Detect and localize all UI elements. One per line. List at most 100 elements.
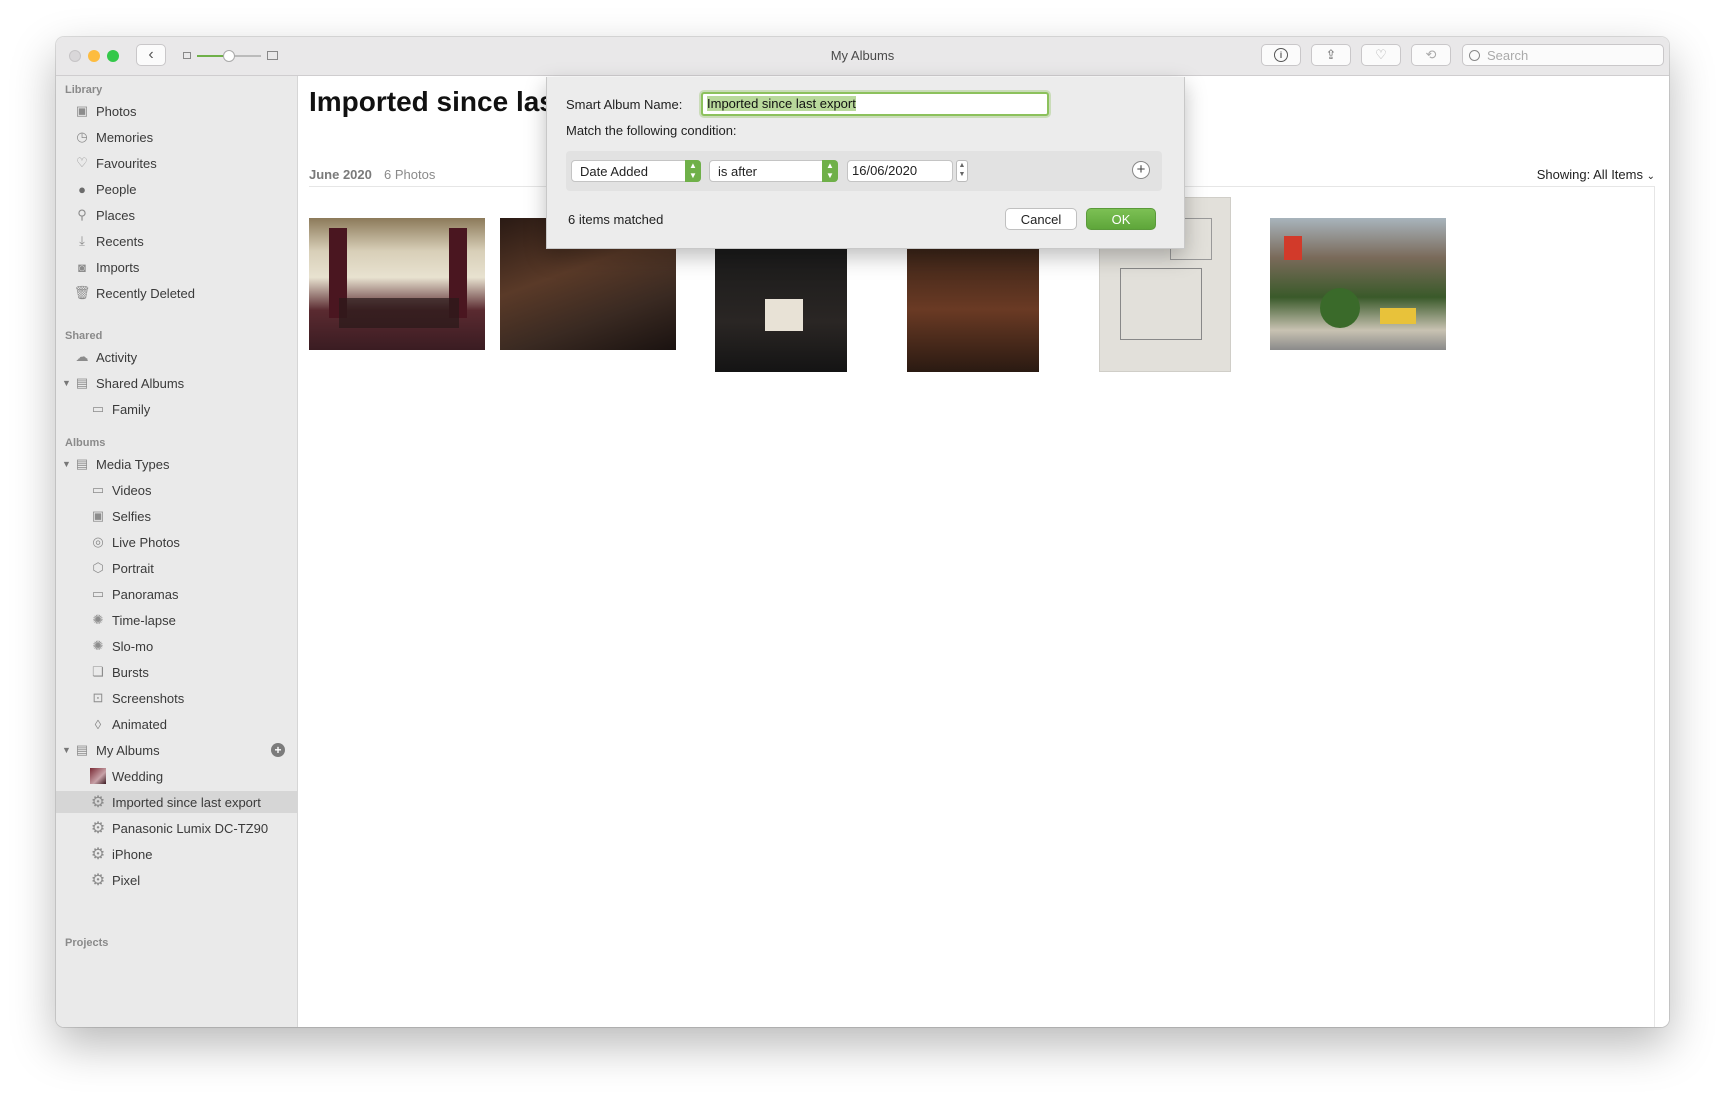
title-bar: ‹ My Albums i ⇪ ♡ ⟲ Search bbox=[56, 37, 1669, 76]
heart-icon: ♡ bbox=[1375, 47, 1387, 62]
showing-label: Showing: bbox=[1536, 167, 1591, 182]
sidebar-item-videos[interactable]: ▭ Videos bbox=[56, 479, 297, 501]
match-condition-label: Match the following condition: bbox=[566, 123, 737, 138]
projects-header: Projects bbox=[65, 937, 109, 949]
person-icon: ● bbox=[78, 181, 86, 197]
folder-icon: ▤ bbox=[75, 375, 89, 390]
sidebar-item-slo-mo[interactable]: ✺ Slo-mo bbox=[56, 635, 297, 657]
operator-popup[interactable]: is after ▲ ▼ bbox=[709, 160, 838, 182]
album-title: Imported since las bbox=[309, 86, 555, 117]
share-button[interactable]: ⇪ bbox=[1311, 44, 1351, 66]
sidebar-item-screenshots[interactable]: ⊡ Screenshots bbox=[56, 687, 297, 709]
photo-thumbnail[interactable] bbox=[907, 247, 1039, 372]
album-thumbnail-icon bbox=[90, 768, 106, 784]
plus-icon: + bbox=[1136, 161, 1146, 178]
ok-button[interactable]: OK bbox=[1086, 208, 1156, 230]
memories-icon: ◷ bbox=[76, 129, 88, 144]
smart-album-gear-icon: ⚙ bbox=[90, 794, 106, 811]
sidebar-item-panasonic[interactable]: ⚙ Panasonic Lumix DC-TZ90 bbox=[56, 817, 297, 839]
sidebar-item-recently-deleted[interactable]: 🗑 Recently Deleted bbox=[56, 282, 297, 304]
date-label: June 2020 bbox=[309, 167, 372, 182]
live-photo-icon: ◎ bbox=[92, 534, 104, 549]
sidebar-item-media-types[interactable]: ▼ ▤ Media Types bbox=[56, 453, 297, 475]
folder-icon: ▤ bbox=[75, 742, 89, 757]
stepper-arrows-icon: ▲ ▼ bbox=[822, 160, 838, 182]
sidebar-item-my-albums[interactable]: ▼ ▤ My Albums + bbox=[56, 739, 297, 761]
sidebar-item-wedding[interactable]: Wedding bbox=[56, 765, 297, 787]
photo-thumbnail[interactable] bbox=[309, 218, 485, 350]
smart-album-gear-icon: ⚙ bbox=[90, 872, 106, 889]
sidebar-item-photos[interactable]: ▣ Photos bbox=[56, 100, 297, 122]
disclosure-triangle-icon[interactable]: ▼ bbox=[62, 459, 71, 469]
recents-icon: ⤓ bbox=[79, 233, 85, 248]
sidebar-item-pixel[interactable]: ⚙ Pixel bbox=[56, 869, 297, 891]
sidebar-item-animated[interactable]: ◊ Animated bbox=[56, 713, 297, 735]
albums-header: Albums bbox=[65, 437, 106, 449]
screenshot-icon: ⊡ bbox=[92, 690, 104, 705]
favourite-button[interactable]: ♡ bbox=[1361, 44, 1401, 66]
photos-icon: ▣ bbox=[75, 103, 89, 118]
sidebar-item-favourites[interactable]: ♡ Favourites bbox=[56, 152, 297, 174]
slo-mo-icon: ✺ bbox=[92, 638, 104, 653]
sidebar-item-people[interactable]: ● People bbox=[56, 178, 297, 200]
heart-icon: ♡ bbox=[76, 155, 88, 170]
sidebar-item-panoramas[interactable]: ▭ Panoramas bbox=[56, 583, 297, 605]
smart-album-name-input[interactable]: Imported since last export bbox=[701, 92, 1049, 116]
smart-album-name-label: Smart Album Name: bbox=[566, 97, 683, 112]
disclosure-triangle-icon[interactable]: ▼ bbox=[62, 745, 71, 755]
sidebar-item-recents[interactable]: ⤓ Recents bbox=[56, 230, 297, 252]
add-album-icon[interactable]: + bbox=[271, 743, 285, 757]
cloud-icon: ☁ bbox=[75, 349, 89, 364]
search-placeholder: Search bbox=[1487, 47, 1529, 63]
time-lapse-icon: ✺ bbox=[92, 612, 104, 627]
sidebar-item-portrait[interactable]: ⬡ Portrait bbox=[56, 557, 297, 579]
panorama-icon: ▭ bbox=[91, 586, 105, 601]
bursts-icon: ❏ bbox=[92, 664, 104, 679]
search-icon bbox=[1469, 49, 1480, 61]
info-button[interactable]: i bbox=[1261, 44, 1301, 66]
sidebar-item-family[interactable]: ▭ Family bbox=[56, 398, 297, 420]
sidebar-item-shared-albums[interactable]: ▼ ▤ Shared Albums bbox=[56, 372, 297, 394]
smart-album-gear-icon: ⚙ bbox=[90, 820, 106, 837]
disclosure-triangle-icon[interactable]: ▼ bbox=[62, 378, 71, 388]
shared-album-icon: ▭ bbox=[91, 401, 105, 416]
field-popup[interactable]: Date Added ▲ ▼ bbox=[571, 160, 701, 182]
photo-thumbnail[interactable] bbox=[715, 247, 847, 372]
showing-value: All Items bbox=[1593, 167, 1643, 182]
smart-album-gear-icon: ⚙ bbox=[90, 846, 106, 863]
stepper-arrows-icon: ▲ ▼ bbox=[685, 160, 701, 182]
sidebar-item-selfies[interactable]: ▣ Selfies bbox=[56, 505, 297, 527]
info-icon: i bbox=[1274, 48, 1288, 62]
folder-icon: ▤ bbox=[75, 456, 89, 471]
photo-count: 6 Photos bbox=[384, 167, 436, 182]
sidebar-item-bursts[interactable]: ❏ Bursts bbox=[56, 661, 297, 683]
sidebar-item-iphone[interactable]: ⚙ iPhone bbox=[56, 843, 297, 865]
sidebar-item-live-photos[interactable]: ◎ Live Photos bbox=[56, 531, 297, 553]
rotate-button[interactable]: ⟲ bbox=[1411, 44, 1451, 66]
date-stepper[interactable]: ▲ ▼ bbox=[956, 160, 968, 182]
animated-icon: ◊ bbox=[94, 716, 102, 732]
sidebar-item-time-lapse[interactable]: ✺ Time-lapse bbox=[56, 609, 297, 631]
library-header: Library bbox=[65, 84, 103, 96]
cancel-button[interactable]: Cancel bbox=[1005, 208, 1077, 230]
smart-album-dialog: Smart Album Name: Imported since last ex… bbox=[546, 77, 1185, 249]
chevron-down-icon: ⌄ bbox=[1646, 171, 1655, 182]
sidebar-item-imports[interactable]: ◙ Imports bbox=[56, 256, 297, 278]
sidebar-item-imported-since-last-export[interactable]: ⚙ Imported since last export bbox=[56, 791, 297, 813]
shared-header: Shared bbox=[65, 330, 103, 342]
search-field[interactable]: Search bbox=[1462, 44, 1664, 66]
sidebar: Library ▣ Photos ◷ Memories ♡ Favourites ● P… bbox=[56, 76, 298, 1027]
add-condition-button[interactable]: + bbox=[1132, 161, 1150, 179]
trash-icon: 🗑 bbox=[73, 285, 91, 300]
sidebar-item-memories[interactable]: ◷ Memories bbox=[56, 126, 297, 148]
date-field[interactable]: 16/06/2020 bbox=[847, 160, 953, 182]
showing-menu[interactable]: Showing: All Items ⌄ bbox=[1537, 167, 1655, 182]
sidebar-item-places[interactable]: ⚲ Places bbox=[56, 204, 297, 226]
condition-row: Date Added ▲ ▼ is after ▲ ▼ 16/06/2020 ▲ ▼ … bbox=[566, 151, 1162, 191]
share-icon: ⇪ bbox=[1325, 47, 1337, 62]
imports-icon: ◙ bbox=[78, 259, 86, 275]
pin-icon: ⚲ bbox=[77, 207, 87, 222]
sidebar-item-activity[interactable]: ☁ Activity bbox=[56, 346, 297, 368]
video-icon: ▭ bbox=[91, 482, 105, 497]
photo-thumbnail[interactable] bbox=[1270, 218, 1446, 350]
